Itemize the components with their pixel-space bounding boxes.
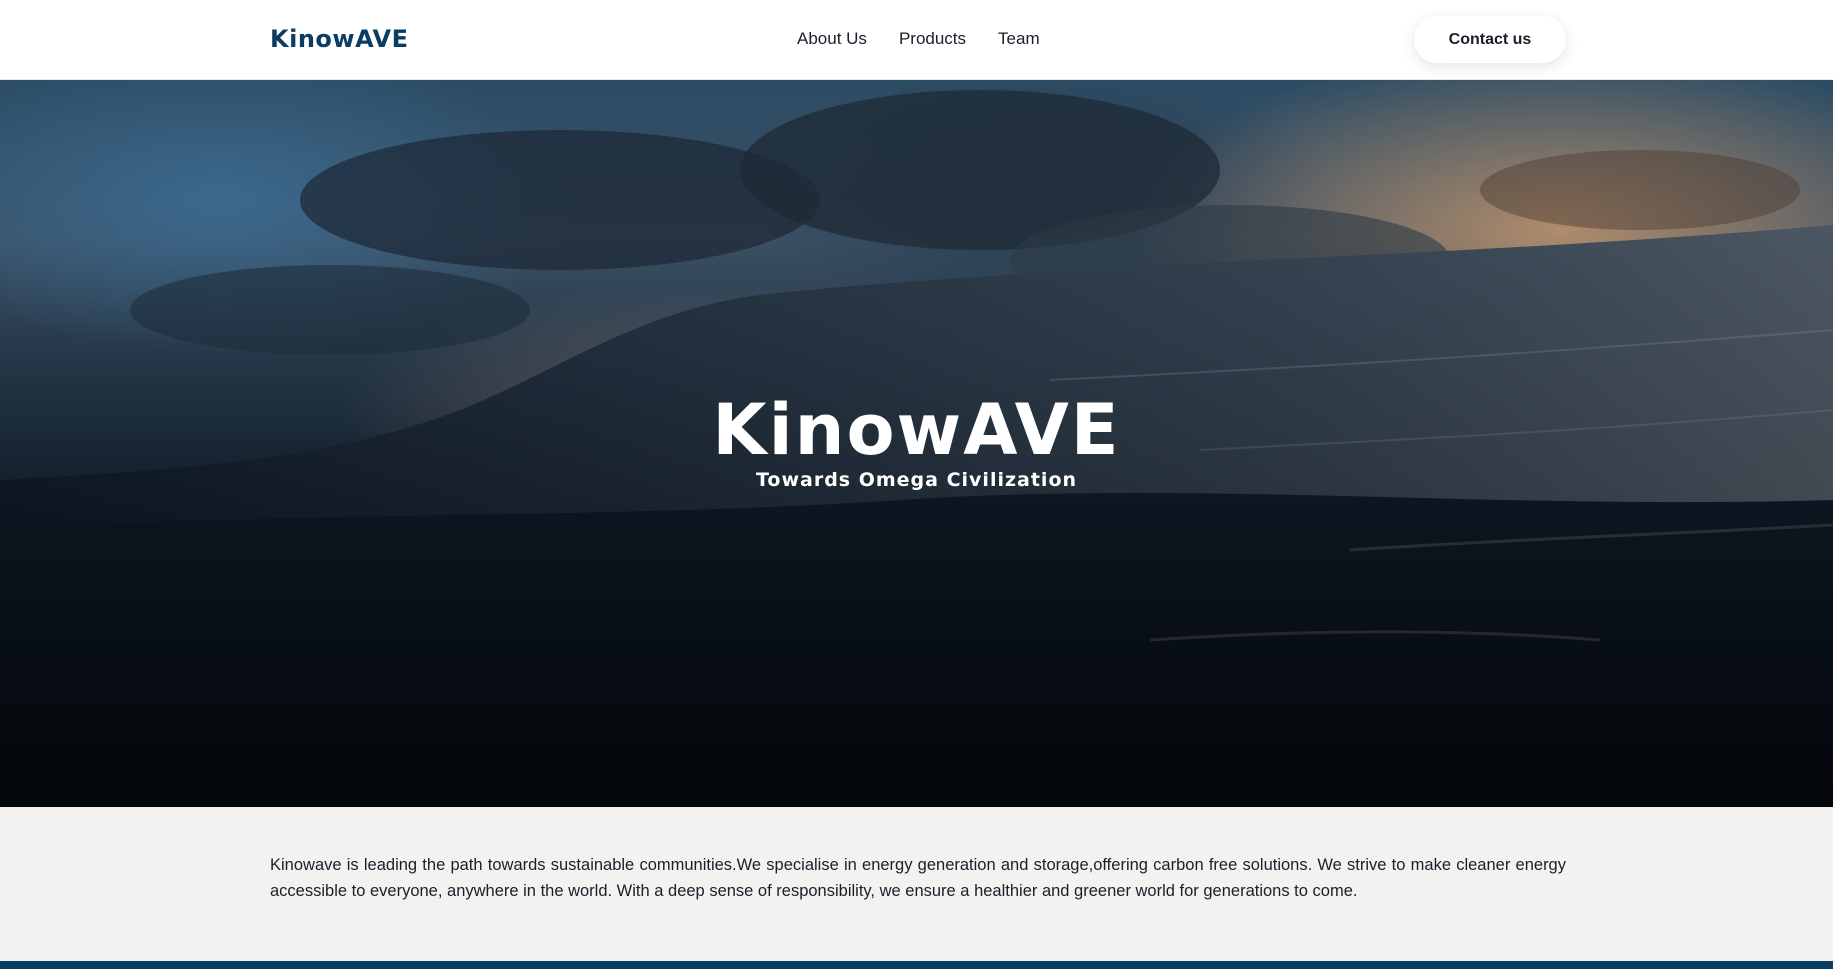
about-section: Kinowave is leading the path towards sus…	[0, 807, 1833, 961]
footer-strip	[0, 961, 1833, 969]
hero-title: KinowAVE	[712, 389, 1121, 471]
nav-link-products[interactable]: Products	[899, 28, 966, 50]
hero-subtitle: Towards Omega Civilization	[755, 469, 1078, 491]
brand-logo[interactable]: KinowAVE	[270, 25, 408, 53]
site-header: KinowAVE About Us Products Team Contact …	[0, 0, 1833, 80]
contact-us-button[interactable]: Contact us	[1414, 16, 1566, 63]
main-nav: About Us Products Team	[797, 28, 1040, 50]
about-description: Kinowave is leading the path towards sus…	[270, 856, 1566, 900]
hero-banner: KinowAVE Towards Omega Civilization	[0, 80, 1833, 807]
nav-link-team[interactable]: Team	[998, 28, 1040, 50]
nav-link-about-us[interactable]: About Us	[797, 28, 867, 50]
